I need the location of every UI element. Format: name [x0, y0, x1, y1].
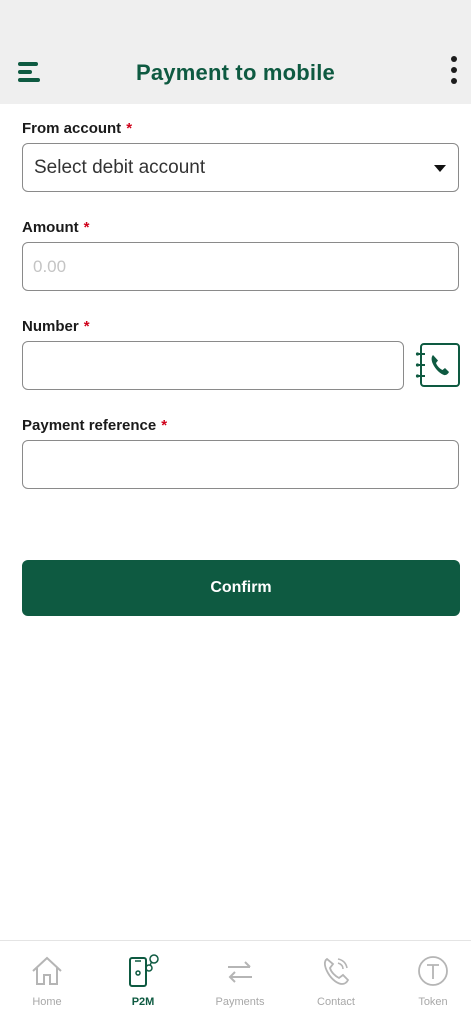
nav-label: P2M	[131, 996, 155, 1008]
payment-reference-input[interactable]	[23, 441, 458, 488]
mobile-transfer-icon	[129, 954, 159, 987]
required-mark: *	[161, 417, 168, 434]
bottom-nav: Home P2M Payments Contact Token	[0, 940, 471, 1025]
required-mark: *	[83, 219, 90, 236]
contact-book-phone-icon[interactable]	[415, 342, 461, 388]
number-field-box	[22, 341, 404, 390]
from-account-label-text: From account	[22, 120, 122, 137]
nav-item-p2m[interactable]: P2M	[96, 941, 190, 1025]
page-title: Payment to mobile	[136, 60, 335, 85]
from-account-value: Select debit account	[34, 157, 206, 178]
from-account-label: From account *	[22, 120, 132, 137]
phone-call-icon	[323, 957, 350, 985]
nav-item-home[interactable]: Home	[0, 941, 94, 1025]
transfer-arrows-icon	[228, 961, 252, 983]
number-input[interactable]	[23, 342, 403, 389]
confirm-button[interactable]: Confirm	[22, 560, 460, 616]
caret-down-icon	[434, 165, 446, 172]
from-account-select[interactable]: Select debit account	[22, 143, 459, 192]
nav-label: Token	[418, 996, 448, 1008]
nav-label: Payments	[215, 996, 265, 1008]
nav-label: Contact	[317, 996, 355, 1008]
number-label: Number *	[22, 318, 90, 335]
nav-item-token[interactable]: Token	[386, 941, 471, 1025]
nav-item-contact[interactable]: Contact	[289, 941, 383, 1025]
amount-label: Amount *	[22, 219, 90, 236]
payment-reference-field-box	[22, 440, 459, 489]
amount-label-text: Amount	[22, 219, 79, 236]
number-label-text: Number	[22, 318, 79, 335]
home-icon	[32, 956, 62, 985]
more-vertical-icon[interactable]	[447, 56, 461, 92]
payment-reference-label: Payment reference *	[22, 417, 167, 434]
required-mark: *	[83, 318, 90, 335]
payment-reference-label-text: Payment reference	[22, 417, 157, 434]
token-icon	[418, 956, 448, 986]
amount-input[interactable]	[23, 243, 458, 290]
required-mark: *	[126, 120, 133, 137]
nav-label: Home	[32, 996, 62, 1008]
app-header: Payment to mobile	[0, 0, 471, 104]
nav-item-payments[interactable]: Payments	[193, 941, 287, 1025]
amount-field-box	[22, 242, 459, 291]
